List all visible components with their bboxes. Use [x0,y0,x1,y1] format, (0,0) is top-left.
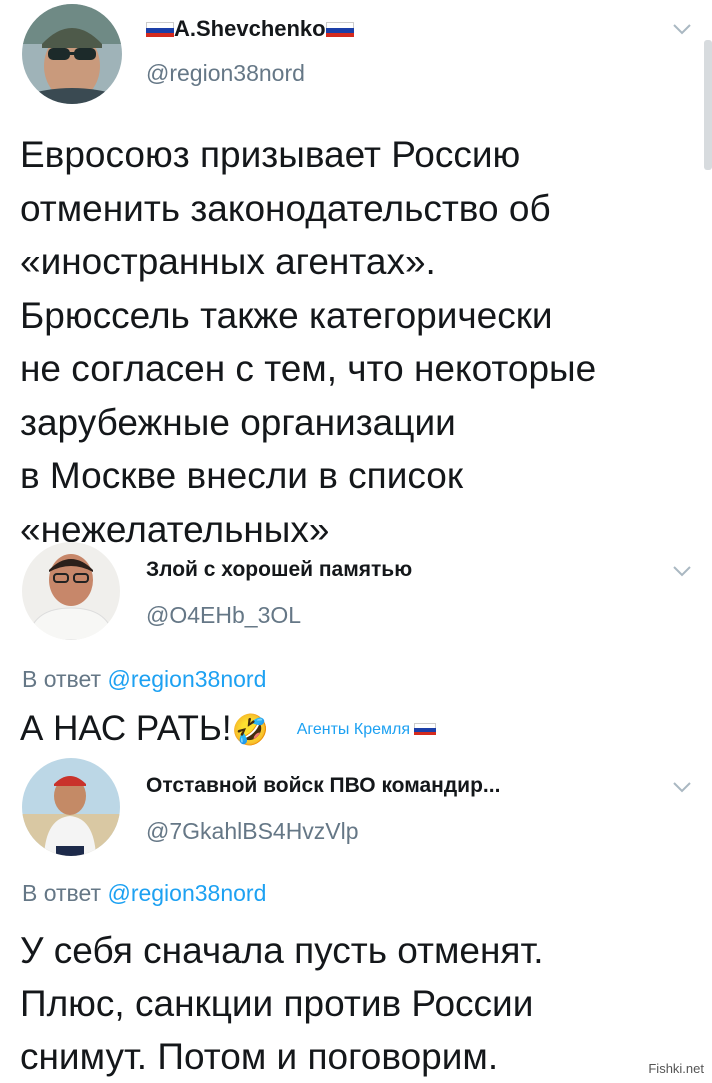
scrollbar[interactable] [704,40,712,170]
chevron-down-icon[interactable] [672,564,692,578]
reply-handle-link[interactable]: @region38nord [107,666,266,692]
tweet-reply: Злой с хорошей памятью @O4EHb_3OL В отве… [0,538,712,748]
user-handle[interactable]: @7GkahlBS4HvzVlp [146,818,359,845]
tweet-text: А НАС РАТЬ!🤣 Агенты Кремля [20,708,437,757]
tweet-line: А НАС РАТЬ! [20,709,232,748]
reply-context: В ответ @region38nord [22,880,266,907]
tweet-reply: Отставной войск ПВО командир... @7GkahlB… [0,754,712,1080]
reply-prefix: В ответ [22,880,102,906]
tweet-line: в Москве внесли в список [20,455,464,496]
tweet-line: снимут. Потом и поговорим. [20,1036,499,1077]
display-name[interactable]: A.Shevchenko [146,16,354,42]
avatar[interactable] [22,758,120,856]
community-tag: Агенты Кремля [297,721,437,738]
tweet-line: Брюссель также категорически [20,294,553,336]
user-handle[interactable]: @O4EHb_3OL [146,602,301,629]
tweet-line: не согласен с тем, что некоторые [20,348,597,389]
chevron-down-icon[interactable] [672,22,692,36]
chevron-down-icon[interactable] [672,780,692,794]
rofl-emoji-icon: 🤣 [231,714,269,747]
tweet-line: Евросоюз призывает Россию [20,134,521,175]
display-name[interactable]: Отставной войск ПВО командир... [146,774,500,798]
reply-prefix: В ответ [22,666,102,692]
community-tag-text: Агенты Кремля [296,721,410,738]
watermark: Fishki.net [648,1061,704,1076]
tweet-line: Плюс, санкции против России [20,983,534,1024]
russian-flag-icon [146,22,174,38]
tweet-line: «иностранных агентах». [20,241,436,282]
tweet-main: A.Shevchenko @region38nord Евросоюз приз… [0,0,712,550]
avatar[interactable] [22,4,122,104]
avatar[interactable] [22,542,120,640]
reply-context: В ответ @region38nord [22,666,266,693]
display-name[interactable]: Злой с хорошей памятью [146,558,412,582]
tweet-line: зарубежные организации [20,401,456,443]
display-name-text: A.Shevchenko [174,16,326,41]
tweet-line: отменить законодательство об [20,187,551,229]
user-handle[interactable]: @region38nord [146,60,305,87]
russian-flag-icon [414,723,437,736]
tweet-line: У себя сначала пусть отменят. [20,930,544,971]
russian-flag-icon [325,22,354,38]
tweet-text: Евросоюз призывает Россию отменить закон… [20,128,596,556]
tweet-text: У себя сначала пусть отменят. Плюс, санк… [20,924,544,1083]
reply-handle-link[interactable]: @region38nord [107,880,266,906]
